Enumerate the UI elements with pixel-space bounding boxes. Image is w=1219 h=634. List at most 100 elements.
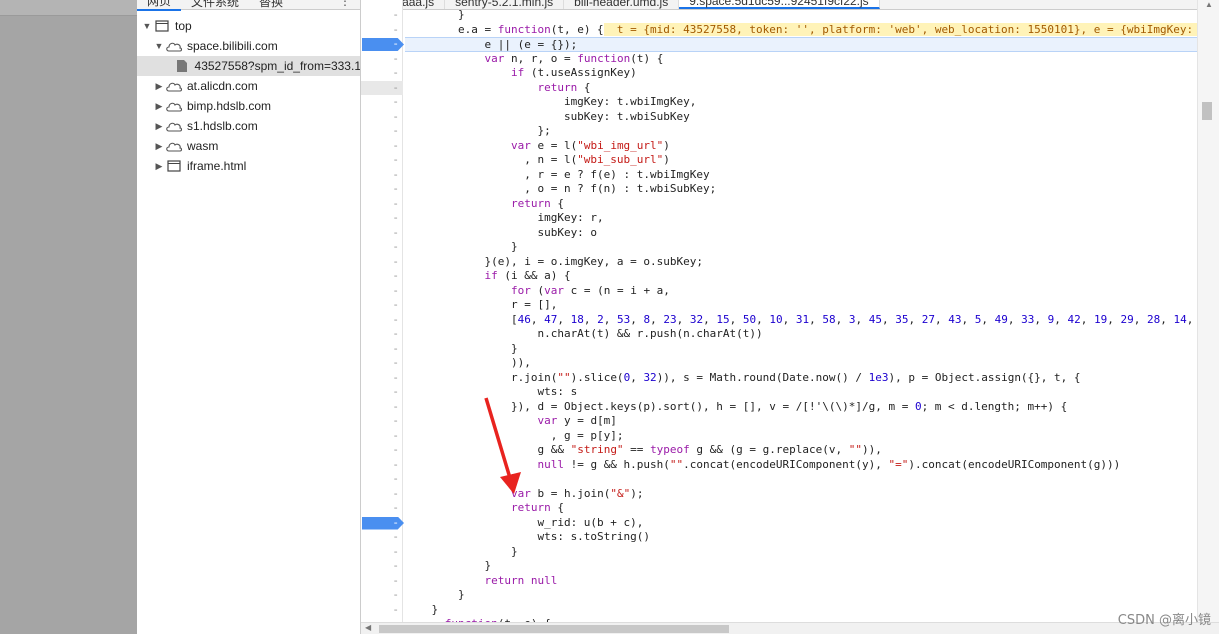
gutter-line[interactable]: - — [361, 66, 403, 81]
gutter-line[interactable]: - — [361, 124, 403, 139]
gutter-line[interactable]: - — [361, 255, 403, 270]
code-line[interactable]: } — [405, 240, 518, 255]
code-line[interactable]: subKey: t.wbiSubKey — [405, 110, 690, 125]
code-line[interactable]: return null — [405, 574, 557, 589]
gutter-line[interactable]: - — [361, 313, 403, 328]
code-line[interactable]: } — [405, 559, 491, 574]
code-line[interactable]: , r = e ? f(e) : t.wbiImgKey — [405, 168, 709, 183]
gutter-line[interactable]: - — [361, 298, 403, 313]
gutter-line[interactable]: - — [361, 95, 403, 110]
gutter-line[interactable]: - — [361, 37, 403, 52]
code-line[interactable]: } — [405, 342, 518, 357]
gutter-line[interactable]: - — [361, 414, 403, 429]
expand-arrow-icon[interactable]: ▼ — [153, 41, 165, 51]
tab-filesystem[interactable]: 文件系统 — [181, 0, 249, 10]
tree-item[interactable]: ▶ bimp.hdslb.com — [137, 96, 360, 116]
code-line[interactable]: r.join("").slice(0, 32)), s = Math.round… — [405, 371, 1081, 386]
gutter-line[interactable]: - — [361, 81, 403, 96]
code-line[interactable]: } — [405, 8, 465, 23]
gutter-line[interactable]: - — [361, 501, 403, 516]
code-line[interactable]: var e = l("wbi_img_url") — [405, 139, 670, 154]
gutter-line[interactable]: - — [361, 110, 403, 125]
code-line[interactable]: , o = n ? f(n) : t.wbiSubKey; — [405, 182, 716, 197]
expand-arrow-icon[interactable]: ▼ — [141, 21, 153, 31]
line-gutter[interactable]: ----------------------------------------… — [361, 0, 404, 630]
code-line[interactable]: , g = p[y]; — [405, 429, 624, 444]
code-line[interactable]: return { — [405, 81, 590, 96]
gutter-line[interactable]: - — [361, 429, 403, 444]
code-line[interactable]: }), d = Object.keys(p).sort(), h = [], v… — [405, 400, 1067, 415]
tree-item[interactable]: ▼ space.bilibili.com — [137, 36, 360, 56]
code-line[interactable]: null != g && h.push("".concat(encodeURIC… — [405, 458, 1120, 473]
code-line[interactable]: n.charAt(t) && r.push(n.charAt(t)) — [405, 327, 762, 342]
code-line[interactable]: [46, 47, 18, 2, 53, 8, 23, 32, 15, 50, 1… — [405, 313, 1197, 328]
gutter-line[interactable]: - — [361, 385, 403, 400]
code-line[interactable]: } — [405, 603, 438, 618]
code-line[interactable]: var b = h.join("&"); — [405, 487, 643, 502]
code-line[interactable]: }(e), i = o.imgKey, a = o.subKey; — [405, 255, 703, 270]
code-line[interactable]: }; — [405, 124, 550, 139]
scroll-left-icon[interactable]: ◀ — [365, 623, 371, 632]
collapse-arrow-icon[interactable]: ▶ — [153, 141, 165, 152]
gutter-line[interactable]: - — [361, 139, 403, 154]
gutter-line[interactable]: - — [361, 182, 403, 197]
tab-overrides[interactable]: 替换 — [249, 0, 293, 10]
gutter-line[interactable]: - — [361, 327, 403, 342]
gutter-line[interactable]: - — [361, 356, 403, 371]
code-line[interactable]: var n, r, o = function(t) { — [405, 52, 663, 67]
collapse-arrow-icon[interactable]: ▶ — [153, 81, 165, 92]
gutter-line[interactable]: - — [361, 153, 403, 168]
gutter-line[interactable]: - — [361, 400, 403, 415]
code-line[interactable]: return { — [405, 197, 564, 212]
tree-item[interactable]: ▶ iframe.html — [137, 156, 360, 176]
gutter-line[interactable]: - — [361, 516, 403, 531]
gutter-line[interactable]: - — [361, 588, 403, 603]
more-options-icon[interactable]: ⋮ — [339, 0, 351, 8]
code-line[interactable]: return { — [405, 501, 564, 516]
gutter-line[interactable]: - — [361, 269, 403, 284]
gutter-line[interactable]: - — [361, 240, 403, 255]
code-line[interactable]: } — [405, 545, 518, 560]
gutter-line[interactable]: - — [361, 52, 403, 67]
gutter-line[interactable]: - — [361, 574, 403, 589]
code-area[interactable]: } e.a = function(t, e) { t = {mid: 43527… — [405, 0, 1197, 622]
gutter-line[interactable]: - — [361, 371, 403, 386]
code-line[interactable]: var y = d[m] — [405, 414, 616, 429]
code-line[interactable]: w_rid: u(b + c), — [405, 516, 643, 531]
vertical-scrollbar[interactable]: ▲ — [1197, 0, 1219, 622]
gutter-line[interactable]: - — [361, 8, 403, 23]
gutter-line[interactable]: - — [361, 545, 403, 560]
collapse-arrow-icon[interactable]: ▶ — [153, 161, 165, 172]
gutter-line[interactable]: - — [361, 168, 403, 183]
tree-item[interactable]: ▶ wasm — [137, 136, 360, 156]
gutter-line[interactable]: - — [361, 23, 403, 38]
code-line[interactable]: if (i && a) { — [405, 269, 570, 284]
gutter-line[interactable]: - — [361, 559, 403, 574]
vertical-scroll-thumb[interactable] — [1202, 102, 1212, 120]
code-line[interactable]: subKey: o — [405, 226, 597, 241]
horizontal-scrollbar[interactable]: ◀ — [361, 622, 1219, 634]
tree-item[interactable]: ▶ s1.hdslb.com — [137, 116, 360, 136]
gutter-line[interactable]: - — [361, 603, 403, 618]
collapse-arrow-icon[interactable]: ▶ — [153, 101, 165, 112]
gutter-line[interactable]: - — [361, 342, 403, 357]
gutter-line[interactable]: - — [361, 197, 403, 212]
gutter-line[interactable]: - — [361, 211, 403, 226]
tab-page[interactable]: 网页 — [137, 0, 182, 11]
code-line[interactable]: if (t.useAssignKey) — [405, 66, 637, 81]
gutter-line[interactable]: - — [361, 472, 403, 487]
code-line[interactable]: } — [405, 472, 518, 487]
code-line[interactable]: imgKey: t.wbiImgKey, — [405, 95, 696, 110]
gutter-line[interactable]: - — [361, 487, 403, 502]
tree-item[interactable]: ▶ at.alicdn.com — [137, 76, 360, 96]
code-line[interactable]: } — [405, 588, 465, 603]
code-line[interactable]: r = [], — [405, 298, 557, 313]
code-line[interactable]: for (var c = (n = i + a, — [405, 284, 670, 299]
code-line[interactable]: g && "string" == typeof g && (g = g.repl… — [405, 443, 881, 458]
code-line[interactable]: wts: s — [405, 385, 577, 400]
gutter-line[interactable]: - — [361, 284, 403, 299]
collapse-arrow-icon[interactable]: ▶ — [153, 121, 165, 132]
horizontal-scroll-thumb[interactable] — [379, 625, 729, 633]
tree-item[interactable]: 43527558?spm_id_from=333.1 — [137, 56, 360, 76]
code-line[interactable]: e.a = function(t, e) { t = {mid: 4352755… — [405, 22, 1197, 38]
